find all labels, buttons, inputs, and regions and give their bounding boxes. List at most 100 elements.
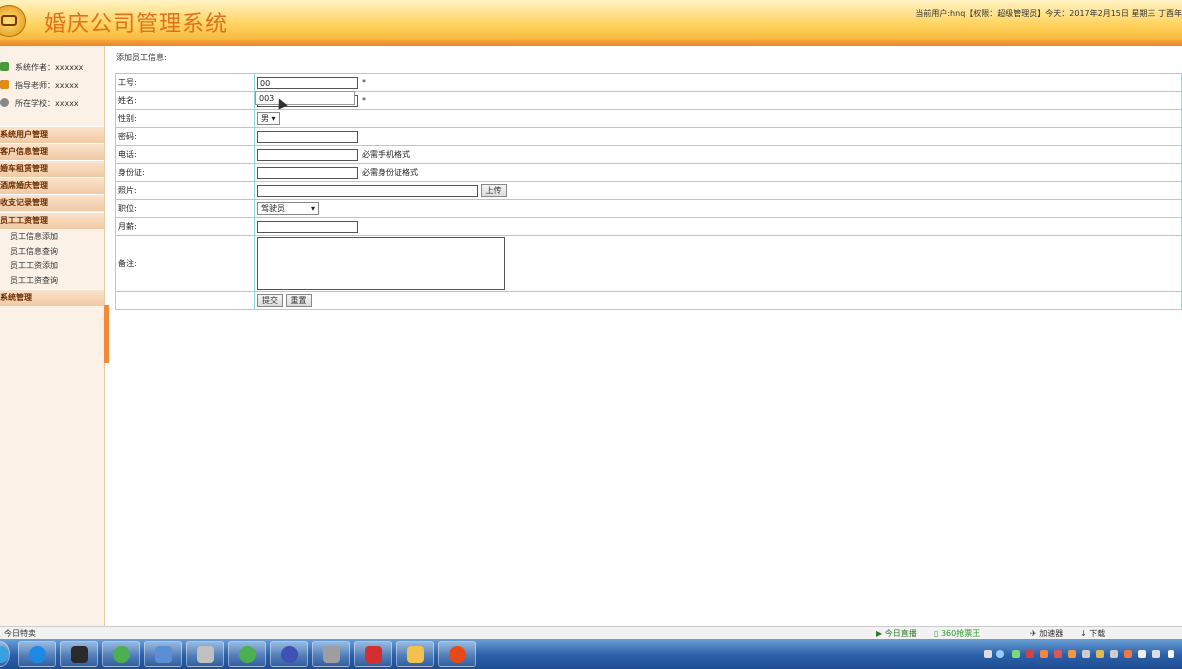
remark-label: 备注: xyxy=(115,235,255,292)
tray-app-icon[interactable] xyxy=(1152,650,1160,658)
employee-id-label: 工号: xyxy=(115,73,255,92)
menu-customer-info[interactable]: 客户信息管理 xyxy=(0,143,104,160)
submit-button[interactable]: 提交 xyxy=(257,294,283,307)
taskbar-app[interactable] xyxy=(438,641,476,667)
upload-button[interactable]: 上传 xyxy=(480,184,507,197)
accelerator-link[interactable]: ✈ 加速器 xyxy=(1030,628,1063,639)
salary-label: 月薪: xyxy=(115,217,255,236)
phone-hint: 必需手机格式 xyxy=(362,150,410,159)
start-button[interactable] xyxy=(0,641,10,667)
empty-cell xyxy=(115,291,255,310)
taskbar-toolbox[interactable] xyxy=(354,641,392,667)
toolbox-icon xyxy=(365,646,382,663)
tray-app-icon[interactable] xyxy=(1012,650,1020,658)
keyboard-icon[interactable] xyxy=(984,650,992,658)
user-info: 当前用户:hnq【权限：超级管理员】今天：2017年2月15日 星期三 丁酉年 xyxy=(915,9,1182,18)
author-info: 系统作者：xxxxxx xyxy=(0,62,83,76)
taskbar-navicat[interactable] xyxy=(60,641,98,667)
salary-input[interactable] xyxy=(257,220,358,233)
taskbar-dreamweaver[interactable] xyxy=(102,641,140,667)
download-link[interactable]: ↓ 下载 xyxy=(1080,628,1105,639)
sidebar-toggle-handle[interactable] xyxy=(104,305,109,363)
taskbar-ie[interactable] xyxy=(18,641,56,667)
submenu-add-employee[interactable]: 员工信息添加 xyxy=(10,230,58,244)
password-input[interactable] xyxy=(257,130,358,143)
taskbar-chrome[interactable] xyxy=(228,641,266,667)
ticket-link[interactable]: ▯ 360抢票王 xyxy=(934,628,980,639)
explorer-icon xyxy=(407,646,424,663)
submenu-query-salary[interactable]: 员工工资查询 xyxy=(10,274,58,288)
live-link[interactable]: ▶ 今日直播 xyxy=(876,628,917,639)
employee-form: 工号: 00 * 姓名: * 性别: 男 ▾ 密码: 电话: 必需手机格式 身份证… xyxy=(115,73,1182,310)
reset-button[interactable]: 重置 xyxy=(285,294,312,307)
id-card-input[interactable] xyxy=(257,166,358,179)
app-title: 婚庆公司管理系统 xyxy=(44,12,229,37)
app-icon xyxy=(449,646,466,663)
name-label: 姓名: xyxy=(115,91,255,110)
teacher-icon xyxy=(0,80,9,89)
tray-app-icon[interactable] xyxy=(1026,650,1034,658)
photo-path-input[interactable] xyxy=(257,184,478,197)
gender-label: 性别: xyxy=(115,109,255,128)
autocomplete-option[interactable]: 003 xyxy=(255,91,355,105)
submenu-add-salary[interactable]: 员工工资添加 xyxy=(10,259,58,273)
vs-icon xyxy=(155,646,172,663)
tray-app-icon[interactable] xyxy=(1082,650,1090,658)
id-card-label: 身份证: xyxy=(115,163,255,182)
menu-system-admin[interactable]: 系统管理 xyxy=(0,289,104,306)
navicat-icon xyxy=(71,646,88,663)
tray-app-icon[interactable] xyxy=(1054,650,1062,658)
tray-app-icon[interactable] xyxy=(1138,650,1146,658)
school-info: 所在学校：xxxxx xyxy=(0,98,79,112)
remark-textarea[interactable] xyxy=(257,237,505,290)
system-tray xyxy=(982,642,1182,666)
today-sale-link[interactable]: 今日特卖 xyxy=(4,628,36,639)
tray-app-icon[interactable] xyxy=(1124,650,1132,658)
start-orb-icon xyxy=(0,646,9,663)
network-icon[interactable] xyxy=(1168,650,1174,658)
header: 婚庆公司管理系统 当前用户:hnq【权限：超级管理员】今天：2017年2月15日… xyxy=(0,0,1182,42)
photo-label: 照片: xyxy=(115,181,255,200)
phone-label: 电话: xyxy=(115,145,255,164)
tools-icon xyxy=(197,646,214,663)
menu-finance-records[interactable]: 收支记录管理 xyxy=(0,194,104,211)
taskbar-eclipse[interactable] xyxy=(270,641,308,667)
chevron-down-icon: ▾ xyxy=(310,204,315,213)
menu-employee-salary[interactable]: 员工工资管理 xyxy=(0,212,104,229)
tray-app-icon[interactable] xyxy=(1110,650,1118,658)
gender-select[interactable]: 男 ▾ xyxy=(257,112,280,125)
taskbar-paint[interactable] xyxy=(312,641,350,667)
position-select[interactable]: 驾驶员 ▾ xyxy=(257,202,319,215)
password-label: 密码: xyxy=(115,127,255,146)
submenu-query-employee[interactable]: 员工信息查询 xyxy=(10,245,58,259)
id-card-hint: 必需身份证格式 xyxy=(362,168,418,177)
ie-icon xyxy=(29,646,46,663)
tray-app-icon[interactable] xyxy=(1068,650,1076,658)
phone-input[interactable] xyxy=(257,148,358,161)
required-mark: * xyxy=(362,78,366,87)
chevron-down-icon: ▾ xyxy=(271,114,276,123)
header-divider xyxy=(0,40,1182,46)
download-icon: ↓ xyxy=(1080,629,1087,638)
tray-app-icon[interactable] xyxy=(1040,650,1048,658)
phone-icon: ▯ xyxy=(934,629,939,638)
employee-id-input[interactable]: 00 xyxy=(257,76,358,89)
app-logo-icon xyxy=(0,5,26,37)
eclipse-icon xyxy=(281,646,298,663)
required-mark: * xyxy=(362,96,366,105)
taskbar-explorer[interactable] xyxy=(396,641,434,667)
browser-statusbar: 今日特卖 ▶ 今日直播 ▯ 360抢票王 ✈ 加速器 ↓ 下载 xyxy=(0,626,1182,640)
taskbar-vs[interactable] xyxy=(144,641,182,667)
author-icon xyxy=(0,62,9,71)
taskbar-tools[interactable] xyxy=(186,641,224,667)
paint-icon xyxy=(323,646,340,663)
teacher-info: 指导老师：xxxxx xyxy=(0,80,79,94)
help-icon[interactable] xyxy=(996,650,1004,658)
rocket-icon: ✈ xyxy=(1030,629,1037,638)
sidebar: 系统作者：xxxxxx 指导老师：xxxxx 所在学校：xxxxx 系统用户管理… xyxy=(0,46,105,626)
tray-app-icon[interactable] xyxy=(1096,650,1104,658)
menu-car-rental[interactable]: 婚车租赁管理 xyxy=(0,160,104,177)
chrome-icon xyxy=(239,646,256,663)
menu-system-users[interactable]: 系统用户管理 xyxy=(0,126,104,143)
menu-banquet[interactable]: 酒席婚庆管理 xyxy=(0,177,104,194)
